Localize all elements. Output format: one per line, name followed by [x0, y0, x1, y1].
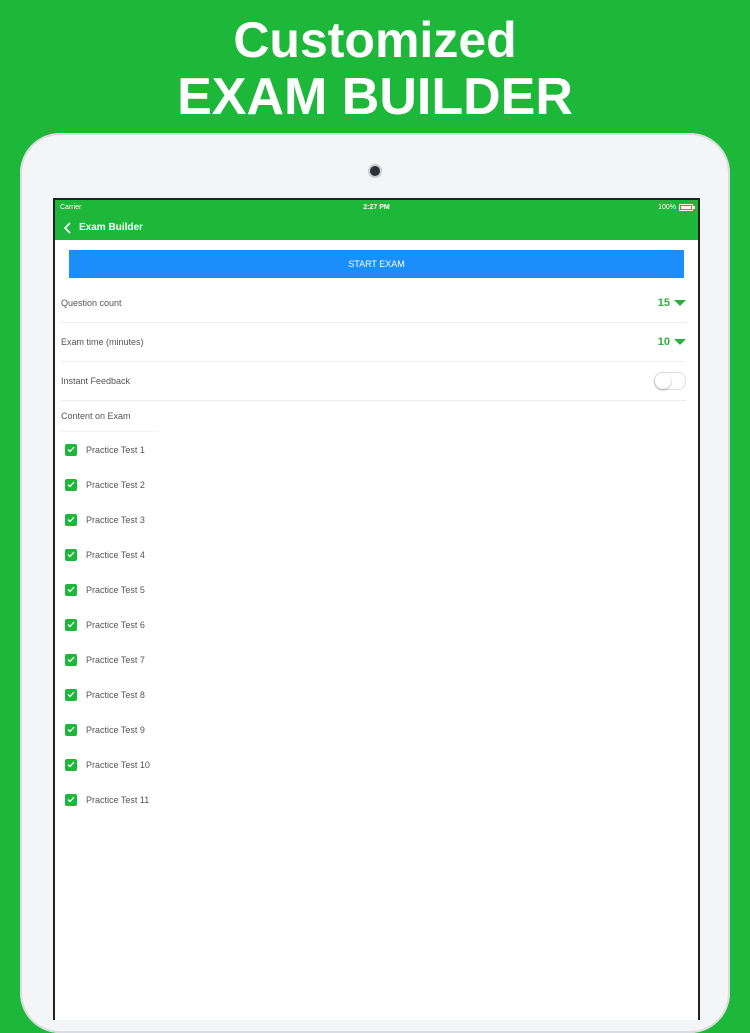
checklist-item[interactable]: Practice Test 9 [65, 712, 698, 747]
checkbox-checked-icon[interactable] [65, 618, 77, 631]
question-count-value: 15 [657, 297, 670, 309]
battery-percent: 100% [658, 204, 676, 211]
dropdown-triangle-icon [674, 339, 686, 345]
checklist-item[interactable]: Practice Test 10 [65, 747, 698, 782]
checklist-item-label: Practice Test 10 [86, 759, 150, 770]
nav-title: Exam Builder [79, 222, 143, 233]
exam-time-label: Exam time (minutes) [61, 337, 144, 347]
checkbox-checked-icon[interactable] [65, 478, 77, 491]
exam-time-row[interactable]: Exam time (minutes) 10 [61, 323, 686, 362]
checklist-item[interactable]: Practice Test 7 [65, 642, 698, 677]
checklist-item-label: Practice Test 4 [86, 549, 145, 560]
tablet-frame: Carrier 2:27 PM 100% Exam Builder START … [20, 133, 730, 1033]
instant-feedback-label: Instant Feedback [61, 376, 131, 386]
dropdown-triangle-icon [674, 300, 686, 306]
checklist-item-label: Practice Test 7 [86, 654, 145, 665]
checklist-item[interactable]: Practice Test 6 [65, 607, 698, 642]
checkbox-checked-icon[interactable] [65, 688, 77, 701]
exam-time-value: 10 [657, 336, 670, 348]
checklist-item-label: Practice Test 8 [86, 689, 145, 700]
checklist-item[interactable]: Practice Test 1 [65, 432, 698, 467]
checklist-item[interactable]: Practice Test 2 [65, 467, 698, 502]
toggle-knob [655, 373, 671, 389]
checkbox-checked-icon[interactable] [65, 443, 77, 456]
status-bar: Carrier 2:27 PM 100% [55, 200, 698, 215]
content-checklist: Practice Test 1 Practice Test 2 Practice T… [55, 432, 698, 817]
checklist-item-label: Practice Test 9 [86, 724, 145, 735]
camera-icon [370, 166, 380, 176]
chevron-left-icon[interactable] [61, 221, 73, 235]
checklist-item-label: Practice Test 5 [86, 584, 145, 595]
checklist-item[interactable]: Practice Test 5 [65, 572, 698, 607]
checkbox-checked-icon[interactable] [65, 758, 77, 771]
start-exam-button[interactable]: START EXAM [69, 250, 684, 278]
app-screen: Carrier 2:27 PM 100% Exam Builder START … [53, 198, 700, 1020]
checklist-item-label: Practice Test 11 [86, 794, 150, 805]
checkbox-checked-icon[interactable] [65, 653, 77, 666]
question-count-select[interactable]: 15 [658, 297, 686, 309]
status-time: 2:27 PM [363, 204, 390, 211]
checkbox-checked-icon[interactable] [65, 513, 77, 526]
checklist-item-label: Practice Test 3 [86, 514, 145, 525]
content-section-label: Content on Exam [61, 401, 158, 432]
checkbox-checked-icon[interactable] [65, 723, 77, 736]
checklist-item[interactable]: Practice Test 8 [65, 677, 698, 712]
question-count-row[interactable]: Question count 15 [61, 284, 686, 323]
battery-icon [679, 204, 695, 211]
checklist-item[interactable]: Practice Test 4 [65, 537, 698, 572]
headline-line-1: Customized [233, 12, 517, 68]
checkbox-checked-icon[interactable] [65, 793, 77, 806]
question-count-label: Question count [61, 298, 122, 308]
checklist-item[interactable]: Practice Test 3 [65, 502, 698, 537]
checkbox-checked-icon[interactable] [65, 583, 77, 596]
checklist-item-label: Practice Test 6 [86, 619, 145, 630]
battery-indicator: 100% [658, 204, 695, 211]
exam-time-select[interactable]: 10 [658, 336, 686, 348]
checkbox-checked-icon[interactable] [65, 548, 77, 561]
instant-feedback-toggle[interactable] [654, 372, 686, 390]
checklist-item[interactable]: Practice Test 11 [65, 782, 698, 817]
checklist-item-label: Practice Test 2 [86, 479, 145, 490]
instant-feedback-row: Instant Feedback [61, 362, 686, 401]
checklist-item-label: Practice Test 1 [86, 444, 145, 455]
nav-bar: Exam Builder [55, 215, 698, 240]
headline-line-2: EXAM BUILDER [177, 68, 573, 126]
